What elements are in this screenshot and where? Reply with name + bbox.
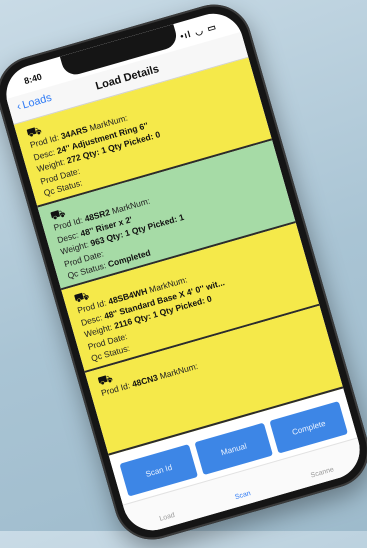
tab-load[interactable]: Load — [159, 512, 176, 523]
load-item-list[interactable]: ⛟ Prod Id: 34ARS MarkNum: Desc: 24'' Adj… — [13, 57, 344, 456]
tab-scanned[interactable]: Scanne — [310, 466, 335, 479]
wifi-icon: ◡ — [193, 24, 205, 37]
battery-icon: ▭ — [205, 20, 218, 34]
signal-icon: •ıl — [179, 28, 193, 42]
phone-device: 8:40 •ıl ◡ ▭ ‹ Loads Load Details ⛟ Prod… — [0, 0, 367, 548]
tab-scan[interactable]: Scan — [234, 490, 251, 501]
back-button[interactable]: ‹ Loads — [16, 92, 54, 113]
back-label: Loads — [20, 91, 54, 112]
status-time: 8:40 — [22, 71, 44, 87]
